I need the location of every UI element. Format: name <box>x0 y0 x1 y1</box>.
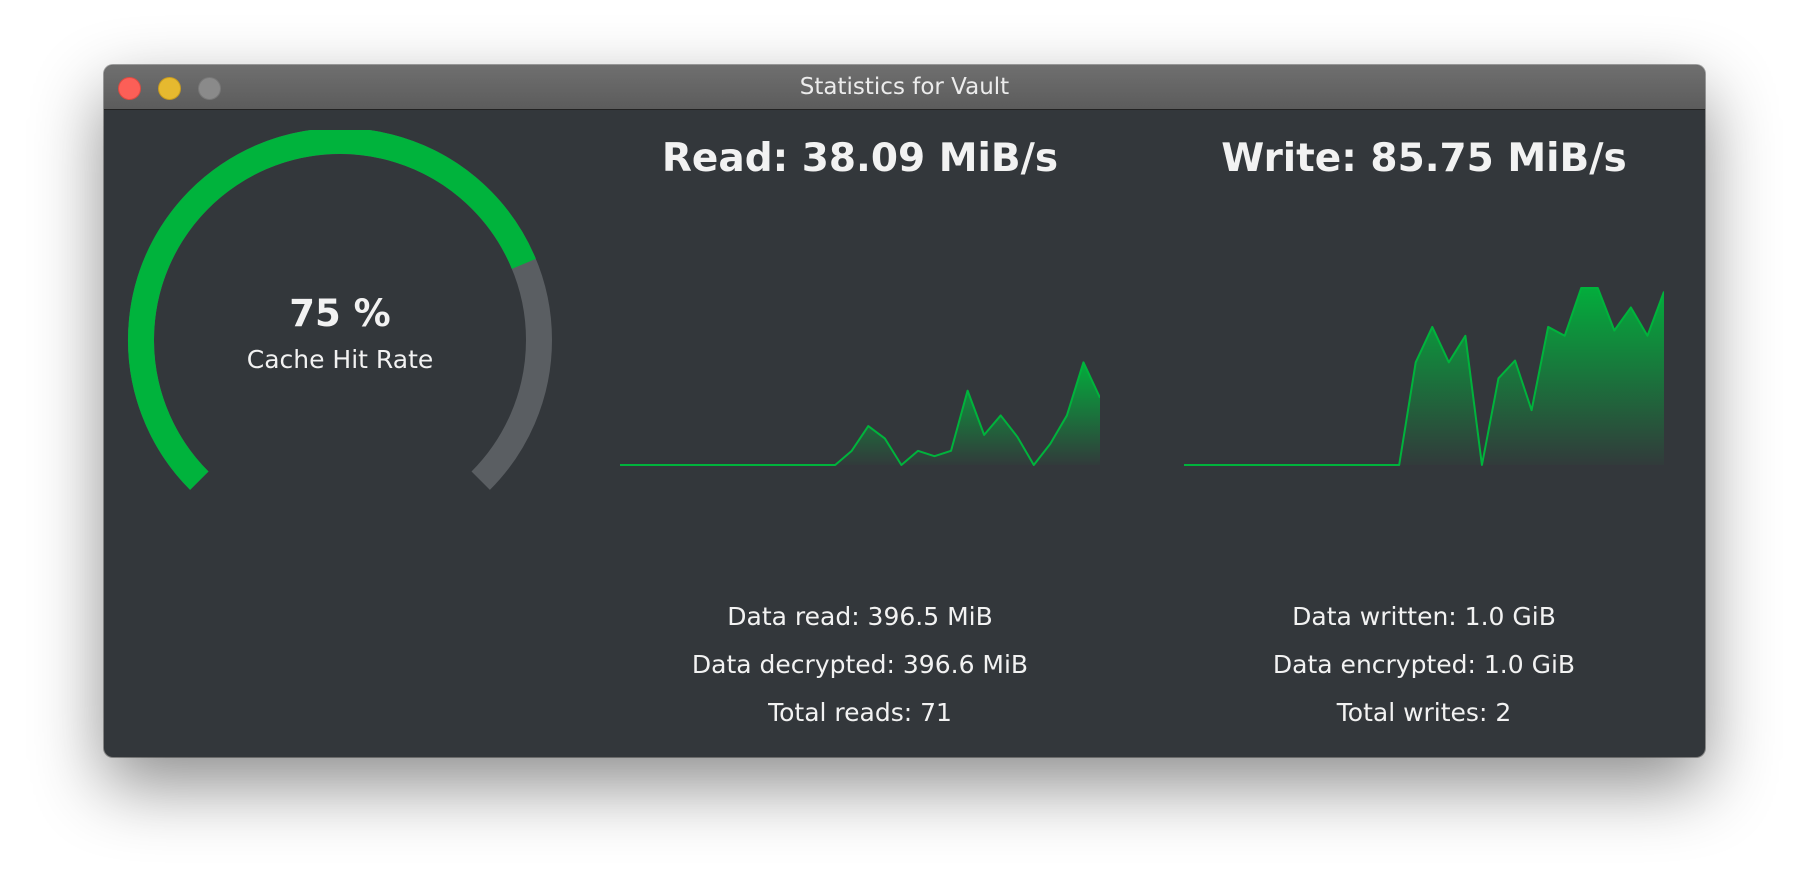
read-throughput-title: Read: 38.09 MiB/s <box>661 136 1059 181</box>
title-bar[interactable]: Statistics for Vault <box>104 65 1705 110</box>
window-content: 75 % Cache Hit Rate Read: 38.09 MiB/s Da… <box>104 110 1705 757</box>
read-panel: Read: 38.09 MiB/s Data read: 396.5 MiB D… <box>620 110 1100 757</box>
total-reads-stat: Total reads: 71 <box>768 698 952 727</box>
cache-hit-rate-gauge: 75 % Cache Hit Rate <box>124 130 556 510</box>
data-read-stat: Data read: 396.5 MiB <box>727 602 993 631</box>
data-decrypted-stat: Data decrypted: 396.6 MiB <box>691 650 1029 679</box>
cache-hit-rate-value: 75 % <box>289 292 391 335</box>
write-throughput-title: Write: 85.75 MiB/s <box>1221 136 1627 181</box>
read-throughput-chart <box>620 361 1100 466</box>
data-written-stat: Data written: 1.0 GiB <box>1292 602 1556 631</box>
total-writes-stat: Total writes: 2 <box>1336 698 1512 727</box>
write-chart-area <box>1184 288 1664 465</box>
cache-hit-rate-label: Cache Hit Rate <box>246 345 434 374</box>
data-encrypted-stat: Data encrypted: 1.0 GiB <box>1272 650 1576 679</box>
write-throughput-chart <box>1184 287 1664 466</box>
statistics-window: Statistics for Vault 75 % Cache Hit Rate… <box>104 65 1705 757</box>
read-chart-area <box>620 362 1100 465</box>
window-title: Statistics for Vault <box>799 74 1010 100</box>
write-panel: Write: 85.75 MiB/s Data written: 1.0 GiB… <box>1184 110 1664 757</box>
